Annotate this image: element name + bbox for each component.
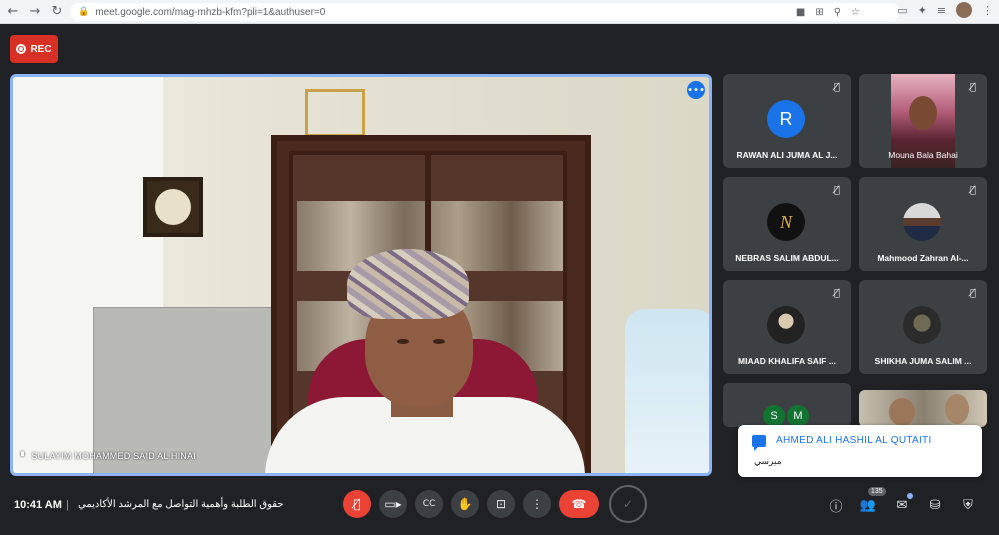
mic-off-icon: 🎙̸	[969, 82, 976, 93]
participant-tile[interactable]: 🎙̸ N NEBRAS SALIM ABDUL...	[723, 177, 851, 271]
chat-icon	[752, 435, 766, 451]
chat-sender: AHMED ALI HASHIL AL QUTAITI	[776, 435, 932, 446]
avatar: S	[763, 405, 785, 427]
video-person-turban	[347, 249, 469, 319]
captions-button[interactable]: CC	[415, 490, 443, 518]
speaker-indicator-icon: ▘	[21, 451, 28, 461]
chat-notification[interactable]: AHMED ALI HASHIL AL QUTAITI ﻣﯿﺮﺳﻲ	[738, 425, 982, 477]
mic-off-icon: 🎙̸	[833, 185, 840, 196]
participant-name: SHIKHA JUMA SALIM ...	[874, 356, 972, 366]
participant-tile[interactable]: 🎙̸ MIAAD KHALIFA SAIF ...	[723, 280, 851, 374]
mic-off-icon: 🎙̸	[833, 288, 840, 299]
video-display-box	[305, 89, 365, 137]
participant-name: Mahmood Zahran Al-...	[877, 253, 969, 263]
translate-icon[interactable]: ⊞	[815, 7, 823, 18]
avatar	[903, 306, 941, 344]
mic-off-icon: 🎙̸	[969, 185, 976, 196]
host-controls-icon[interactable]: ⛨	[958, 495, 978, 515]
avatar	[903, 203, 941, 241]
lock-icon: 🔒	[78, 7, 90, 17]
address-bar[interactable]: 🔒 meet.google.com/mag-mhzb-kfm?pli=1&aut…	[70, 3, 900, 21]
meeting-controls-bar: 10:41 AM | حقوق الطلبة وأهمية التواصل مع…	[0, 480, 999, 535]
chat-unread-dot	[907, 493, 913, 499]
participant-name: RAWAN ALI JUMA AL J...	[736, 150, 838, 160]
participant-tile[interactable]: 🎙̸ Mahmood Zahran Al-...	[859, 177, 987, 271]
mic-off-button[interactable]: 🎙̸	[343, 490, 371, 518]
participant-tile[interactable]: 🎙̸ R RAWAN ALI JUMA AL J...	[723, 74, 851, 168]
mic-off-icon: 🎙̸	[833, 82, 840, 93]
camera-indicator-icon[interactable]: ■	[796, 7, 805, 18]
avatar: N	[767, 203, 805, 241]
participant-tile[interactable]: 🎙̸ SHIKHA JUMA SALIM ...	[859, 280, 987, 374]
back-icon[interactable]: ←	[2, 1, 24, 23]
meeting-title: حقوق الطلبة وأهمية التواصل مع المرشد الأ…	[78, 499, 284, 510]
participant-count-badge: 135	[868, 487, 886, 496]
video-person-eyes	[397, 339, 445, 345]
search-icon[interactable]: ⚲	[834, 7, 841, 18]
raise-hand-button[interactable]: ✋	[451, 490, 479, 518]
main-speaker-tile[interactable]: ••• ▘ SULAYIM MOHAMMED SAID AL HINAI	[10, 74, 712, 476]
end-call-button[interactable]: ☎	[559, 490, 599, 518]
meeting-info-icon[interactable]: ⓘ	[826, 495, 846, 515]
forward-icon[interactable]: →	[24, 1, 46, 23]
recording-indicator: REC	[10, 35, 58, 63]
recording-label: REC	[30, 43, 52, 55]
clock: 10:41 AM	[14, 499, 62, 511]
profile-avatar[interactable]	[956, 2, 972, 18]
record-icon	[16, 44, 27, 54]
participant-video-face	[945, 394, 969, 424]
more-options-button[interactable]: ⋮	[523, 490, 551, 518]
avatar	[767, 306, 805, 344]
video-frame	[143, 177, 203, 237]
participant-tile[interactable]	[859, 390, 987, 427]
participant-name: MIAAD KHALIFA SAIF ...	[738, 356, 836, 366]
participant-video-face	[909, 96, 937, 130]
avatar: R	[767, 100, 805, 138]
participant-tile[interactable]: 🎙̸ Mouna Bala Bahai	[859, 74, 987, 168]
main-speaker-name-text: SULAYIM MOHAMMED SAID AL HINAI	[31, 451, 196, 461]
participant-tile[interactable]: S M	[723, 383, 851, 427]
participant-video-face	[889, 398, 915, 426]
bookmark-star-icon[interactable]: ☆	[851, 7, 860, 18]
tab-search-icon[interactable]: ▭	[897, 4, 907, 17]
browser-menu-icon[interactable]: ⋮	[982, 4, 993, 17]
mic-off-icon: 🎙̸	[969, 288, 976, 299]
browser-toolbar: ← → ↻ 🔒 meet.google.com/mag-mhzb-kfm?pli…	[0, 0, 999, 24]
people-icon[interactable]: 👥	[858, 495, 878, 515]
extensions-icon[interactable]: ✦	[918, 4, 927, 17]
separator: |	[66, 499, 69, 511]
url-text: meet.google.com/mag-mhzb-kfm?pli=1&authu…	[95, 6, 326, 18]
media-icon[interactable]: ≡	[937, 4, 946, 17]
check-icon[interactable]: ✓	[609, 485, 647, 523]
activities-icon[interactable]: ⛁	[925, 495, 945, 515]
main-speaker-name: ▘ SULAYIM MOHAMMED SAID AL HINAI	[21, 451, 196, 461]
video-watercooler	[625, 309, 709, 473]
present-button[interactable]: ⊡	[487, 490, 515, 518]
reload-icon[interactable]: ↻	[46, 1, 68, 23]
camera-button[interactable]: ▭▸	[379, 490, 407, 518]
participant-name: NEBRAS SALIM ABDUL...	[735, 253, 839, 263]
chat-message: ﻣﯿﺮﺳﻲ	[754, 456, 782, 466]
more-options-icon[interactable]: •••	[687, 81, 705, 99]
participant-name: Mouna Bala Bahai	[888, 150, 958, 160]
avatar: M	[787, 405, 809, 427]
